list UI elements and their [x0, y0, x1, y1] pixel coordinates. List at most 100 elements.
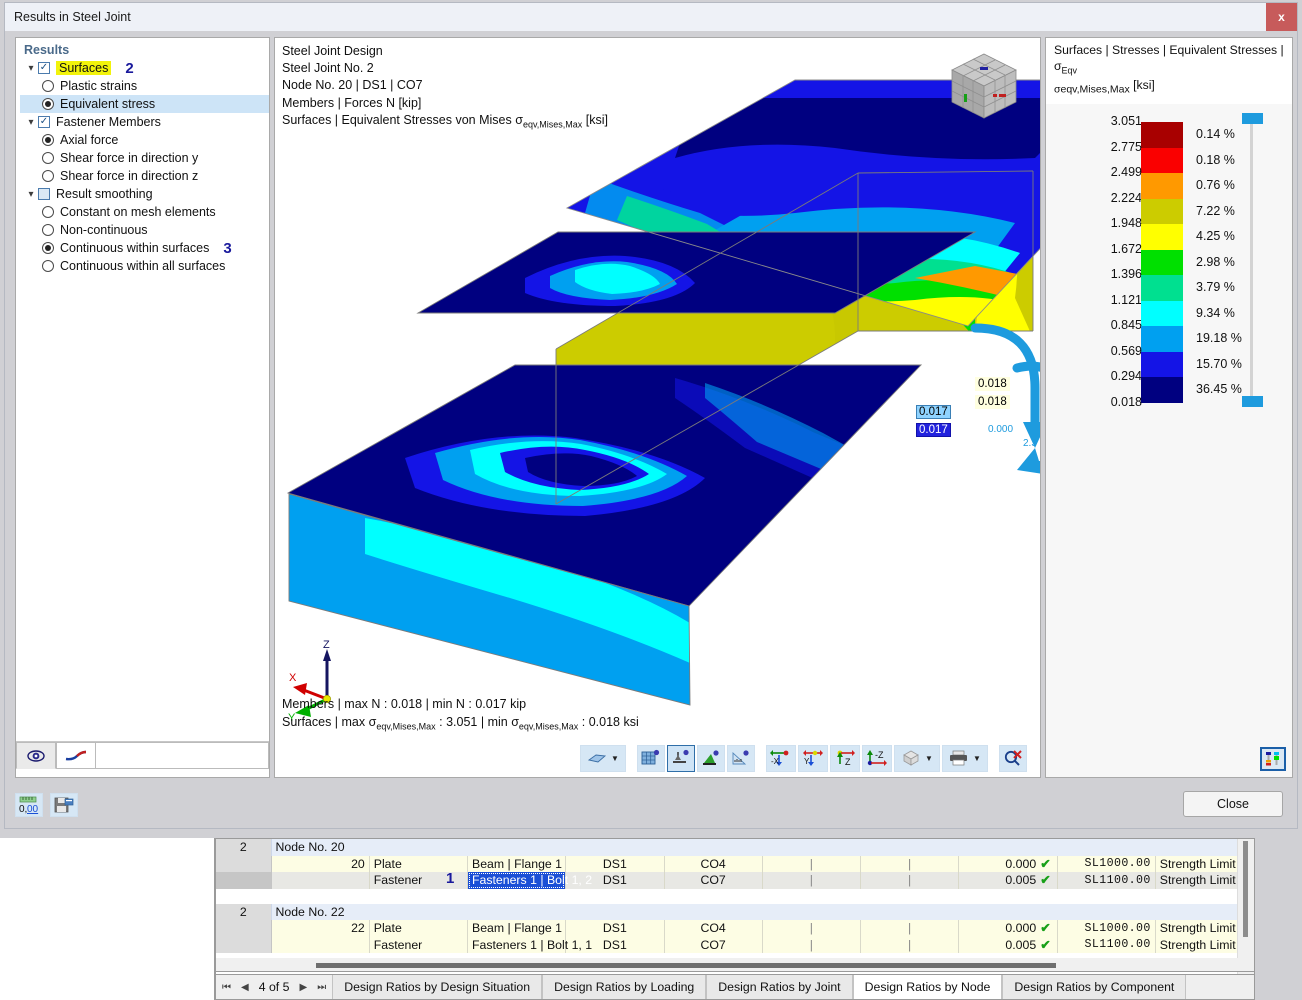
cell-load-combination: CO4 — [664, 920, 763, 937]
selected-cell-value[interactable]: Fasteners 1 | Bolt 1, 2 — [468, 872, 592, 889]
dialog-footer: 0, 00 Close — [5, 784, 1297, 828]
legend-value: 2.775 — [1110, 139, 1142, 154]
tree-item-axial-force[interactable]: Axial force — [20, 131, 269, 149]
tree-item-continuous-within-surfaces[interactable]: Continuous within surfaces 3 — [20, 239, 269, 257]
model-viewport[interactable]: Steel Joint Design Steel Joint No. 2 Nod… — [274, 37, 1041, 778]
first-page-icon[interactable]: ⏮ — [222, 982, 231, 993]
axis-x-icon: -X — [770, 750, 789, 766]
table-vertical-scroll-thumb[interactable] — [1243, 841, 1248, 937]
measure-button[interactable] — [727, 744, 755, 772]
deformation-tab[interactable] — [56, 742, 96, 769]
next-page-icon[interactable]: ▶ — [299, 982, 307, 993]
support-view-button[interactable] — [667, 744, 695, 772]
last-page-icon[interactable]: ⏭ — [317, 982, 326, 993]
tree-item-surfaces[interactable]: ▾ ✓ Surfaces 2 — [20, 59, 269, 77]
print-button[interactable]: ▼ — [942, 744, 988, 772]
chevron-down-icon[interactable]: ▼ — [611, 754, 619, 763]
tab-design-ratios-by-node[interactable]: Design Ratios by Node — [852, 975, 1003, 999]
table-horizontal-scroll-thumb[interactable] — [316, 963, 1056, 968]
tree-item-continuous-all-surfaces[interactable]: Continuous within all surfaces — [20, 257, 269, 275]
table-row-selected[interactable]: Fastener 1 Fasteners 1 | Bolt 1, 2 DS1 C… — [216, 870, 1254, 889]
radio-constant-on-mesh[interactable] — [42, 206, 54, 218]
render-mode-button[interactable]: ▼ — [580, 744, 626, 772]
legend-settings-button[interactable] — [1260, 747, 1286, 771]
close-window-button[interactable]: x — [1266, 3, 1297, 31]
cell-load-combination: CO7 — [664, 936, 763, 953]
decimal-places-button[interactable]: 0, 00 — [15, 793, 43, 817]
radio-continuous-all-surfaces[interactable] — [42, 260, 54, 272]
radio-axial-force[interactable] — [42, 134, 54, 146]
tree-label-equivalent-stress: Equivalent stress — [60, 97, 156, 111]
callout-marker-2: 2 — [125, 59, 134, 77]
tab-design-ratios-by-component[interactable]: Design Ratios by Component — [1002, 975, 1187, 999]
tree-item-equivalent-stress[interactable]: Equivalent stress — [20, 95, 269, 113]
table-vertical-scrollbar[interactable] — [1237, 839, 1254, 974]
tree-item-shear-force-z[interactable]: Shear force in direction z — [20, 167, 269, 185]
tree-item-non-continuous[interactable]: Non-continuous — [20, 221, 269, 239]
legend-percent: 15.70 % — [1196, 356, 1242, 371]
tree-item-result-smoothing[interactable]: ▾ Result smoothing — [20, 185, 269, 203]
checkbox-fastener-members[interactable]: ✓ — [38, 116, 50, 128]
chevron-down-icon[interactable]: ▾ — [24, 117, 38, 128]
table-row[interactable]: 20 Plate Beam | Flange 1 DS1 CO4 | | 0.0… — [216, 855, 1254, 872]
legend-value: 1.121 — [1110, 292, 1142, 307]
radio-equivalent-stress[interactable] — [42, 98, 54, 110]
table-row[interactable]: Fastener Fasteners 1 | Bolt 1, 1 DS1 CO7… — [216, 936, 1254, 953]
legend-swatch — [1141, 147, 1183, 174]
cell-description[interactable]: Beam | Flange 1 — [467, 855, 567, 872]
mesh-view-button[interactable] — [637, 744, 665, 772]
cell-param-1: | — [762, 920, 862, 937]
view-y-button[interactable]: Y — [798, 744, 828, 772]
table-row[interactable]: 22 Plate Beam | Flange 1 DS1 CO4 | | 0.0… — [216, 920, 1254, 937]
table-horizontal-scrollbar[interactable] — [215, 958, 1255, 972]
legend-row: 2.224 7.22 % — [1046, 191, 1292, 225]
chevron-down-icon[interactable]: ▾ — [24, 189, 38, 200]
legend-row: 1.121 9.34 % — [1046, 293, 1292, 327]
cell-description[interactable]: Beam | Flange 1 — [467, 920, 567, 937]
tree-item-fastener-members[interactable]: ▾ ✓ Fastener Members — [20, 113, 269, 131]
footer-line-2: Surfaces | max σeqv,Mises,Max : 3.051 | … — [282, 714, 639, 732]
radio-shear-force-z[interactable] — [42, 170, 54, 182]
cell-description-selected[interactable]: 1 Fasteners 1 | Bolt 1, 2 — [446, 870, 592, 889]
chevron-down-icon[interactable]: ▼ — [925, 754, 933, 763]
group-label: Node No. 22 — [271, 903, 1254, 920]
view-minus-x-button[interactable]: -X — [766, 744, 796, 772]
save-results-button[interactable] — [50, 793, 78, 817]
radio-plastic-strains[interactable] — [42, 80, 54, 92]
viewport-footer: Members | max N : 0.018 | min N : 0.017 … — [282, 695, 639, 736]
tree-item-shear-force-y[interactable]: Shear force in direction y — [20, 149, 269, 167]
tab-design-ratios-by-design-situation[interactable]: Design Ratios by Design Situation — [332, 975, 543, 999]
cell-design-ratio: 0.005 ✔ — [958, 936, 1058, 953]
radio-non-continuous[interactable] — [42, 224, 54, 236]
tree-item-constant-on-mesh[interactable]: Constant on mesh elements — [20, 203, 269, 221]
reset-view-button[interactable] — [999, 744, 1027, 772]
table-group-header-row[interactable]: 2 Node No. 20 — [216, 839, 1254, 856]
chevron-down-icon[interactable]: ▼ — [973, 754, 981, 763]
cell-param-2: | — [860, 920, 960, 937]
table-group-header-row[interactable]: 2 Node No. 22 — [216, 903, 1254, 920]
design-ratios-table[interactable]: 2 Node No. 20 20 Plate Beam | Flange 1 D… — [215, 838, 1255, 974]
row-index — [216, 920, 272, 937]
cell-sl-code: SL1000.00 — [1057, 920, 1156, 937]
tab-design-ratios-by-joint[interactable]: Design Ratios by Joint — [706, 975, 853, 999]
checkbox-surfaces[interactable]: ✓ — [38, 62, 50, 74]
tree-item-plastic-strains[interactable]: Plastic strains — [20, 77, 269, 95]
checkbox-result-smoothing[interactable] — [38, 188, 50, 200]
group-label: Node No. 20 — [271, 839, 1254, 856]
previous-page-icon[interactable]: ◀ — [241, 982, 249, 993]
cell-description[interactable]: Fasteners 1 | Bolt 1, 1 — [467, 936, 592, 953]
close-button[interactable]: Close — [1183, 791, 1283, 817]
chevron-down-icon[interactable]: ▾ — [24, 63, 38, 74]
view-z-button[interactable]: Z — [830, 744, 860, 772]
cell-type: Fastener — [369, 936, 469, 953]
tab-design-ratios-by-loading[interactable]: Design Ratios by Loading — [542, 975, 707, 999]
radio-shear-force-y[interactable] — [42, 152, 54, 164]
navigation-cube[interactable] — [946, 48, 1022, 124]
legend-swatch — [1141, 300, 1183, 327]
radio-continuous-within-surfaces[interactable] — [42, 242, 54, 254]
svg-text:00: 00 — [27, 804, 39, 814]
load-view-button[interactable] — [697, 744, 725, 772]
isometric-view-button[interactable]: ▼ — [894, 744, 940, 772]
visibility-tab[interactable] — [16, 742, 56, 769]
view-minus-z-button[interactable]: -Z — [862, 744, 892, 772]
